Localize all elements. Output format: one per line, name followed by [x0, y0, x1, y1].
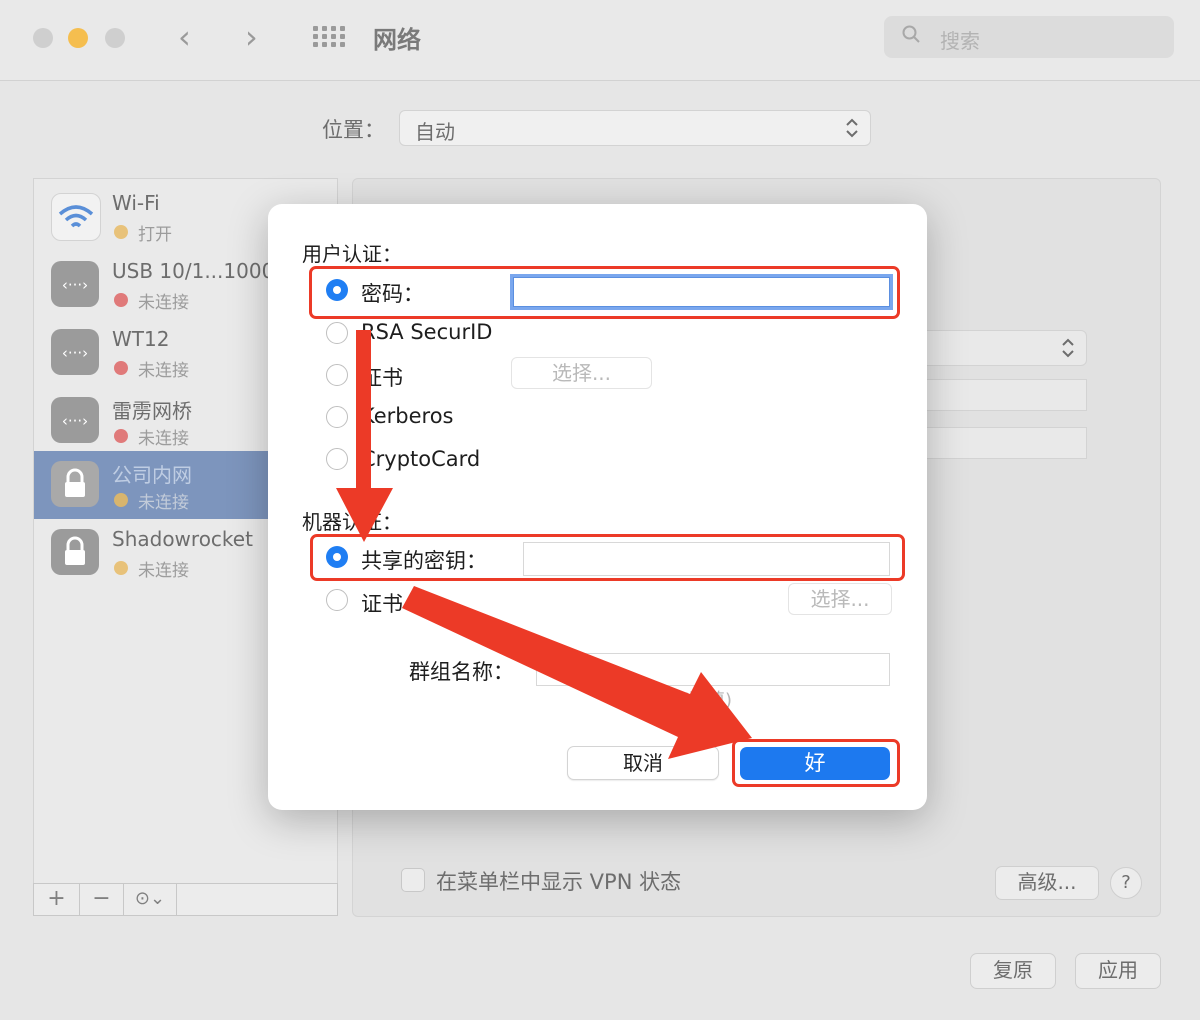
show-vpn-status-checkbox[interactable]: [401, 868, 425, 892]
kerberos-label: Kerberos: [361, 404, 454, 428]
service-status: 未连接: [138, 561, 189, 581]
close-window-button[interactable]: [33, 28, 53, 48]
add-service-button[interactable]: +: [34, 884, 80, 915]
group-name-optional-hint: (选填): [682, 690, 733, 711]
group-name-label: 群组名称：: [409, 660, 514, 684]
ethernet-icon: ‹···›: [51, 261, 99, 307]
service-name: Shadowrocket: [112, 527, 253, 551]
service-list-toolbar: + − ⊙⌄: [33, 883, 338, 916]
status-dot: [114, 561, 128, 575]
revert-button[interactable]: 复原: [970, 953, 1056, 989]
machine-certificate-label: 证书: [361, 592, 403, 616]
user-auth-title: 用户认证：: [302, 242, 402, 266]
help-button[interactable]: ?: [1110, 867, 1142, 899]
svg-text:‹···›: ‹···›: [62, 412, 88, 430]
status-dot: [114, 361, 128, 375]
search-field[interactable]: 搜索: [884, 16, 1174, 58]
cancel-button[interactable]: 取消: [567, 746, 719, 780]
user-certificate-radio[interactable]: [326, 364, 348, 386]
service-status: 未连接: [138, 293, 189, 313]
service-name: USB 10/1...1000: [112, 259, 275, 283]
cryptocard-radio[interactable]: [326, 448, 348, 470]
lock-icon: [51, 529, 99, 575]
service-status: 打开: [138, 225, 172, 245]
search-placeholder: 搜索: [940, 29, 980, 53]
status-dot: [114, 493, 128, 507]
shared-secret-highlight-box: [310, 534, 905, 581]
service-name: WT12: [112, 327, 170, 351]
forward-button[interactable]: ›: [245, 18, 258, 56]
cryptocard-label: CryptoCard: [361, 447, 481, 471]
wifi-icon: [51, 193, 101, 241]
show-vpn-status-label: 在菜单栏中显示 VPN 状态: [436, 870, 682, 894]
title-bar: ‹ › 网络 搜索: [0, 0, 1200, 81]
machine-certificate-radio[interactable]: [326, 589, 348, 611]
machine-certificate-choose-button[interactable]: 选择...: [788, 583, 892, 615]
ethernet-icon: ‹···›: [51, 329, 99, 375]
ethernet-icon: ‹···›: [51, 397, 99, 443]
status-dot: [114, 429, 128, 443]
status-dot: [114, 293, 128, 307]
lock-icon: [51, 461, 99, 507]
minimize-window-button[interactable]: [68, 28, 88, 48]
window-title: 网络: [373, 26, 421, 54]
service-status: 未连接: [138, 493, 189, 513]
user-certificate-label: 证书: [361, 366, 403, 390]
location-label: 位置：: [322, 118, 385, 142]
search-icon: [902, 25, 920, 43]
location-select[interactable]: 自动: [399, 110, 871, 146]
action-menu-button[interactable]: ⊙⌄: [124, 884, 177, 915]
configuration-select[interactable]: [920, 330, 1087, 366]
chevron-up-down-icon: [846, 118, 858, 138]
server-address-field[interactable]: [920, 379, 1087, 411]
service-status: 未连接: [138, 361, 189, 381]
chevron-up-down-icon: [1062, 338, 1074, 358]
rsa-securid-radio[interactable]: [326, 322, 348, 344]
network-preferences-window: ‹ › 网络 搜索 位置： 自动 Wi-Fi 打开 ‹···› USB 10/1…: [0, 0, 1200, 1020]
group-name-input[interactable]: [536, 653, 890, 686]
service-name: 公司内网: [112, 463, 192, 487]
location-value: 自动: [415, 120, 455, 144]
svg-text:‹···›: ‹···›: [62, 276, 88, 294]
machine-auth-title: 机器认证：: [302, 510, 402, 534]
apply-button[interactable]: 应用: [1075, 953, 1161, 989]
service-name: 雷雳网桥: [112, 399, 192, 423]
password-highlight-box: [309, 266, 900, 319]
kerberos-radio[interactable]: [326, 406, 348, 428]
svg-text:‹···›: ‹···›: [62, 344, 88, 362]
advanced-button[interactable]: 高级...: [995, 866, 1099, 900]
rsa-securid-label: RSA SecurID: [361, 320, 493, 344]
remove-service-button[interactable]: −: [80, 884, 124, 915]
zoom-window-button[interactable]: [105, 28, 125, 48]
status-dot: [114, 225, 128, 239]
user-certificate-choose-button[interactable]: 选择...: [511, 357, 652, 389]
ok-button-highlight-box: [732, 739, 900, 787]
account-name-field[interactable]: [920, 427, 1087, 459]
service-status: 未连接: [138, 429, 189, 449]
back-button[interactable]: ‹: [178, 18, 191, 56]
service-name: Wi-Fi: [112, 191, 160, 215]
show-all-grid-icon[interactable]: [313, 26, 347, 48]
